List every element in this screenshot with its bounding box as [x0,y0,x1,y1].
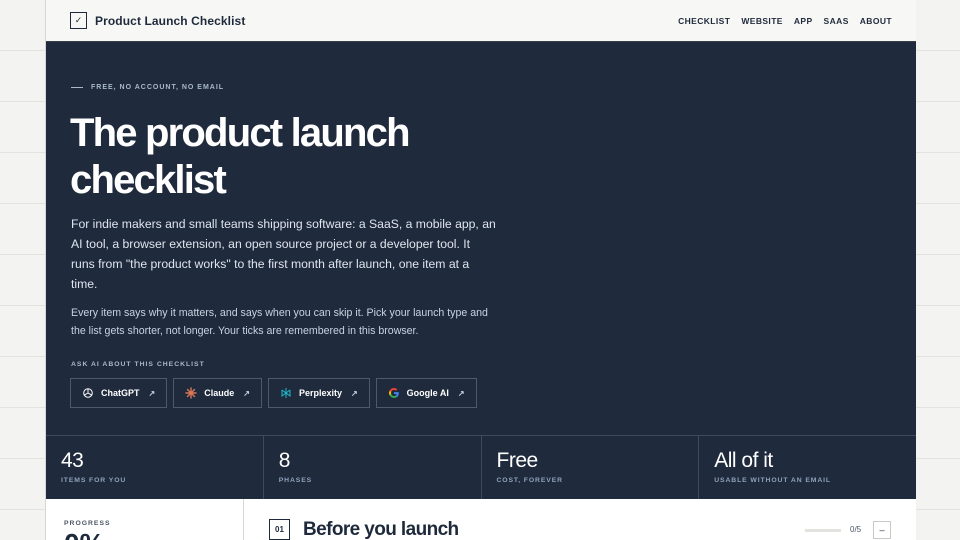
stat-value: All of it [714,449,773,472]
stat-cost: Free COST, FOREVER [482,436,700,499]
phase-progress-bar [805,529,841,532]
ask-perplexity-button[interactable]: Perplexity ↗ [267,378,370,408]
hero-eyebrow: FREE, NO ACCOUNT, NO EMAIL [71,84,224,91]
nav-saas[interactable]: SAAS [824,16,849,26]
collapse-phase-button[interactable]: – [873,521,891,539]
ask-ai-buttons: ChatGPT ↗ Claude ↗ Perplexity ↗ Google A… [70,378,477,408]
nav-app[interactable]: APP [794,16,813,26]
external-link-icon: ↗ [243,388,250,398]
stats-bar: 43 ITEMS FOR YOU 8 PHASES Free COST, FOR… [46,435,916,499]
brand-title: Product Launch Checklist [95,13,246,28]
eyebrow-dash [71,87,83,88]
stat-value: Free [496,449,539,472]
stat-items: 43 ITEMS FOR YOU [46,436,264,499]
ai-button-label: Perplexity [298,388,342,398]
hero-section: FREE, NO ACCOUNT, NO EMAIL The product l… [46,42,916,435]
phase-number-badge: 01 [269,519,290,540]
nav-website[interactable]: WEBSITE [741,16,783,26]
checklist-section: PROGRESS 0% 01 Before you launch 0/5 – [46,499,916,540]
main-nav: CHECKLIST WEBSITE APP SAAS ABOUT [678,16,892,26]
external-link-icon: ↗ [457,388,465,398]
checkbox-logo-icon: ✓ [70,12,87,29]
hero-lead: For indie makers and small teams shippin… [71,217,496,291]
phase-count: 0/5 [850,525,862,534]
stat-phases: 8 PHASES [264,436,482,499]
progress-value: 0% [64,529,104,540]
perplexity-icon [280,387,292,399]
stat-value: 8 [278,449,291,472]
external-link-icon: ↗ [350,388,358,398]
page-title: The product launch checklist [70,111,411,202]
stat-usable: All of it USABLE WITHOUT AN EMAIL [699,436,916,499]
ai-button-label: ChatGPT [101,388,140,398]
ask-google-ai-button[interactable]: Google AI ↗ [375,378,477,408]
stat-label: ITEMS FOR YOU [61,477,127,484]
ask-chatgpt-button[interactable]: ChatGPT ↗ [70,378,168,408]
page-frame: ✓ Product Launch Checklist CHECKLIST WEB… [45,0,916,540]
brand[interactable]: ✓ Product Launch Checklist [70,12,245,29]
ask-ai-label: ASK AI ABOUT THIS CHECKLIST [71,361,205,368]
progress-label: PROGRESS [64,520,111,527]
ask-claude-button[interactable]: Claude ↗ [173,378,262,408]
eyebrow-text: FREE, NO ACCOUNT, NO EMAIL [91,84,225,91]
nav-checklist[interactable]: CHECKLIST [678,16,730,26]
stat-label: COST, FOREVER [496,477,563,484]
external-link-icon: ↗ [148,388,156,398]
google-icon [388,387,400,399]
hero-subtext: Every item says why it matters, and says… [71,307,488,337]
phase-title: Before you launch [303,519,459,540]
claude-icon [185,387,197,399]
nav-about[interactable]: ABOUT [860,16,892,26]
stat-value: 43 [61,449,84,472]
openai-icon [82,387,94,399]
progress-panel: PROGRESS 0% [46,499,244,540]
stat-label: PHASES [278,477,313,484]
ai-button-label: Google AI [406,388,449,398]
stat-label: USABLE WITHOUT AN EMAIL [714,477,831,484]
top-bar: ✓ Product Launch Checklist CHECKLIST WEB… [46,0,916,42]
ai-button-label: Claude [204,388,235,398]
